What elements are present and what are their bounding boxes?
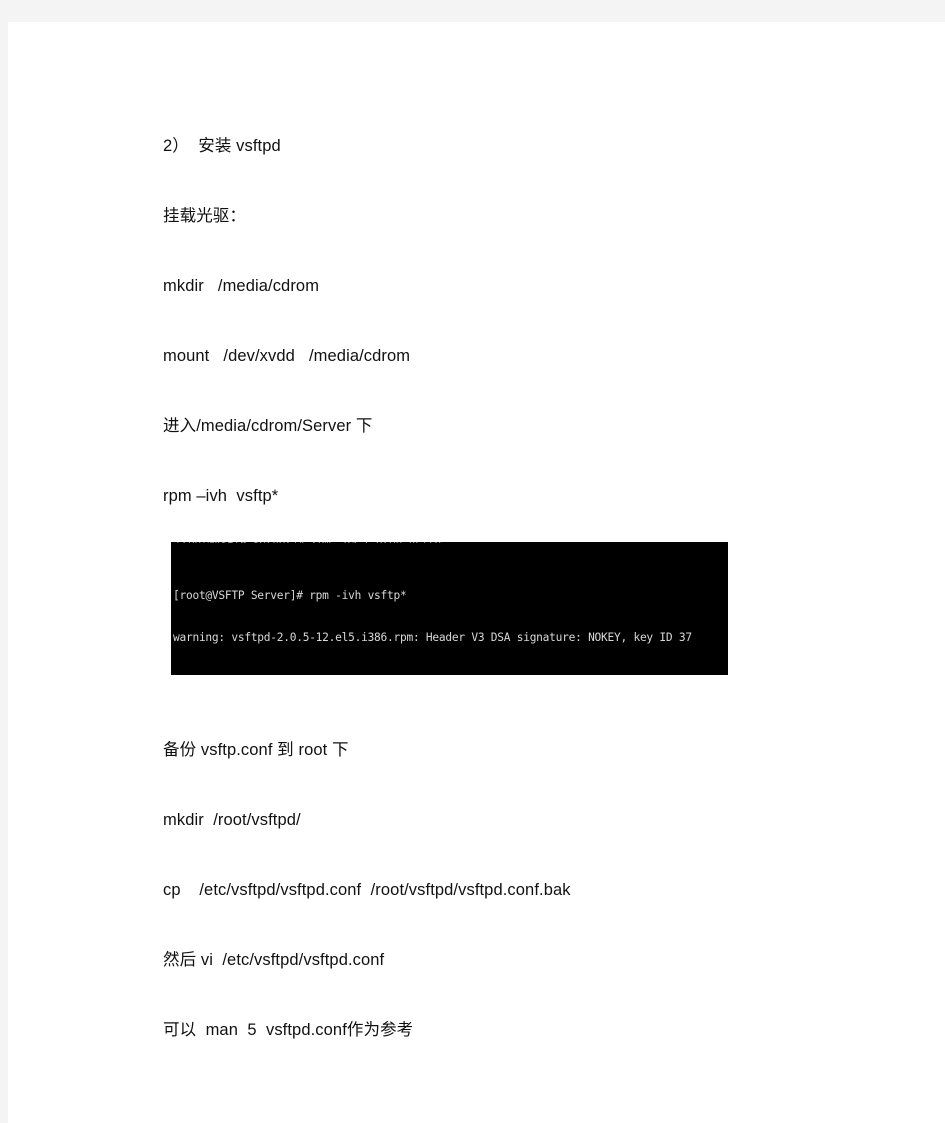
paragraph-text: mkdir /media/cdrom <box>163 277 320 295</box>
paragraph-mount-cdrom-label: 挂载光驱： <box>163 175 863 245</box>
paragraph-text: 挂载光驱： <box>163 207 246 225</box>
paragraph-text: 可以 man 5 vsftpd.conf作为参考 <box>163 1021 414 1039</box>
paragraph-text: 备份 vsftp.conf 到 root 下 <box>163 741 349 759</box>
terminal-line: warning: vsftpd-2.0.5-12.el5.i386.rpm: H… <box>173 631 692 645</box>
paragraph-mount-dev-xvdd: mount /dev/xvdd /media/cdrom <box>163 315 863 385</box>
paragraph-text: 进入/media/cdrom/Server 下 <box>163 417 373 435</box>
paragraph-mkdir-media-cdrom: mkdir /media/cdrom <box>163 245 863 315</box>
terminal-line: 017186 <box>173 674 726 675</box>
paragraph-vi-conf: 然后 vi /etc/vsftpd/vsftpd.conf <box>163 919 923 989</box>
paragraph-heading-install: 2） 安装 vsftpd <box>163 105 863 175</box>
document-page: 2） 安装 vsftpd 挂载光驱： mkdir /media/cdrom mo… <box>8 22 945 1123</box>
paragraph-cp-conf-bak: cp /etc/vsftpd/vsftpd.conf /root/vsftpd/… <box>163 849 923 919</box>
paragraph-text: mkdir /root/vsftpd/ <box>163 811 301 829</box>
document-body-lower: 备份 vsftp.conf 到 root 下 mkdir /root/vsftp… <box>163 709 923 1059</box>
paragraph-rpm-ivh-vsftp: rpm –ivh vsftp* <box>163 455 863 525</box>
paragraph-man-reference: 可以 man 5 vsftpd.conf作为参考 <box>163 989 923 1059</box>
paragraph-enter-server-dir: 进入/media/cdrom/Server 下 <box>163 385 863 455</box>
paragraph-text: cp /etc/vsftpd/vsftpd.conf /root/vsftpd/… <box>163 881 571 899</box>
terminal-line: [root@VSFTP Server]# rpm -ivh vsftp* <box>173 588 407 602</box>
terminal-output: [root@VSFTP Server]# rpm -qa | grep vsft… <box>173 542 726 675</box>
paragraph-text: rpm –ivh vsftp* <box>163 487 279 505</box>
terminal-clipped-top-line: [root@VSFTP Server]# rpm -qa | grep vsft… <box>175 542 728 543</box>
document-body: 2） 安装 vsftpd 挂载光驱： mkdir /media/cdrom mo… <box>163 105 863 525</box>
paragraph-text: 2） 安装 vsftpd <box>163 137 281 155</box>
paragraph-backup-conf: 备份 vsftp.conf 到 root 下 <box>163 709 923 779</box>
paragraph-text: 然后 vi /etc/vsftpd/vsftpd.conf <box>163 951 385 969</box>
paragraph-text: mount /dev/xvdd /media/cdrom <box>163 347 411 365</box>
terminal-screenshot-figure: [root@VSFTP Server]# rpm -qa | grep vsft… <box>171 542 728 675</box>
paragraph-mkdir-root-vsftpd: mkdir /root/vsftpd/ <box>163 779 923 849</box>
